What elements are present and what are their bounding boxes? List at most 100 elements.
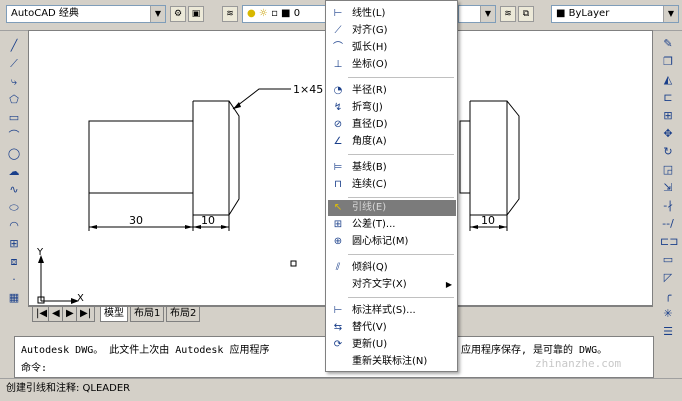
layer-value: 0 — [293, 8, 301, 19]
menu-separator — [348, 154, 454, 155]
menu-separator — [348, 297, 454, 298]
dim-text-30: 30 — [129, 214, 143, 227]
move-icon[interactable]: ✥ — [660, 126, 676, 142]
menu-item-ordinate[interactable]: ⊥ 坐标(O) — [328, 57, 456, 73]
array-icon[interactable]: ⊞ — [660, 108, 676, 124]
tab-model[interactable]: 模型 — [100, 307, 128, 322]
menu-item-update[interactable]: ⟳ 更新(U) — [328, 337, 456, 353]
override-icon: ⇆ — [333, 322, 343, 333]
command-history-right: 应用程序保存, 是可靠的 DWG。 — [461, 345, 608, 356]
menu-item-diameter[interactable]: ⊘ 直径(D) — [328, 117, 456, 133]
workspace-save-icon[interactable]: ▣ — [188, 6, 204, 22]
ellipse-arc-icon[interactable]: ◠ — [6, 218, 22, 234]
make-block-icon[interactable]: ⧈ — [6, 254, 22, 270]
polyline-icon[interactable]: ⤷ — [6, 74, 22, 90]
point-icon[interactable]: · — [6, 272, 22, 288]
menu-item-linear[interactable]: ⊢ 线性(L) — [328, 6, 456, 22]
make-current-icon[interactable]: ⧉ — [518, 6, 534, 22]
workspace-settings-icon[interactable]: ⚙ — [170, 6, 186, 22]
center-mark-icon: ⊕ — [333, 236, 343, 247]
draw-toolbar: ╱ ⟋ ⤷ ⬠ ▭ ⌒ ◯ ☁ ∿ ⬭ ◠ ⊞ ⧈ · ▦ — [4, 30, 26, 330]
properties-icon[interactable]: ☰ — [660, 324, 676, 340]
explode-icon[interactable]: ✳ — [660, 306, 676, 322]
tolerance-icon: ⊞ — [333, 219, 343, 230]
construction-line-icon[interactable]: ⟋ — [6, 56, 22, 72]
watermark-text: zhinanzhe.com — [535, 357, 622, 370]
workspace-combo[interactable]: AutoCAD 经典 ▼ — [6, 5, 166, 23]
layer-color-icon: ■ — [281, 8, 291, 19]
radius-icon: ◔ — [333, 85, 343, 96]
menu-item-align-text[interactable]: 对齐文字(X) ▶ — [328, 277, 456, 293]
line-icon[interactable]: ╱ — [6, 38, 22, 54]
polygon-icon[interactable]: ⬠ — [6, 92, 22, 108]
shaft-body — [88, 120, 194, 194]
linetype-combo[interactable]: ■ ByLayer ▼ — [551, 5, 679, 23]
arrowhead — [233, 102, 241, 109]
submenu-arrow-icon: ▶ — [445, 280, 452, 289]
menu-separator — [348, 254, 454, 255]
right-body — [459, 120, 471, 194]
menu-item-override[interactable]: ⇆ 替代(V) — [328, 320, 456, 336]
command-history-left: Autodesk DWG。 此文件上次由 Autodesk 应用程序 — [21, 345, 270, 356]
leader-icon: ↖ — [333, 202, 343, 213]
leader-line — [232, 88, 291, 110]
extend-icon[interactable]: --/ — [660, 216, 676, 232]
menu-item-dim-style[interactable]: ⊢ 标注样式(S)... — [328, 303, 456, 319]
menu-item-arc-length[interactable]: ⌒ 弧长(H) — [328, 40, 456, 56]
mirror-icon[interactable]: ◭ — [660, 72, 676, 88]
spline-icon[interactable]: ∿ — [6, 182, 22, 198]
oblique-icon: ⫽ — [335, 262, 341, 273]
arc-icon[interactable]: ⌒ — [6, 128, 22, 144]
menu-item-reassociate[interactable]: 重新关联标注(N) — [328, 354, 456, 370]
arrowhead — [89, 225, 97, 229]
copy-icon[interactable]: ❐ — [660, 54, 676, 70]
menu-item-oblique[interactable]: ⫽ 倾斜(Q) — [328, 260, 456, 276]
arrowhead — [470, 225, 478, 229]
layer-combo[interactable]: ● ☼ ▫ ■ 0 — [242, 5, 326, 23]
layer-manager-icon[interactable]: ≋ — [222, 6, 238, 22]
chamfer-icon[interactable]: ◸ — [660, 270, 676, 286]
chevron-down-icon[interactable]: ▼ — [663, 6, 678, 22]
dim-text-10-right: 10 — [481, 214, 495, 227]
trim-icon[interactable]: -∤ — [660, 198, 676, 214]
linetype-swatch-icon: ■ — [556, 8, 566, 19]
chevron-down-icon[interactable]: ▼ — [480, 6, 495, 22]
menu-item-aligned[interactable]: ⟋ 对齐(G) — [328, 23, 456, 39]
hatch-icon[interactable]: ▦ — [6, 290, 22, 306]
ellipse-icon[interactable]: ⬭ — [6, 200, 22, 216]
scale-icon[interactable]: ◲ — [660, 162, 676, 178]
menu-item-center-mark[interactable]: ⊕ 圆心标记(M) — [328, 234, 456, 250]
revision-cloud-icon[interactable]: ☁ — [6, 164, 22, 180]
layer-previous-icon[interactable]: ≋ — [500, 6, 516, 22]
linetype-value: ByLayer — [568, 8, 610, 19]
pickbox — [290, 260, 297, 267]
menu-item-baseline[interactable]: ⊨ 基线(B) — [328, 160, 456, 176]
layer-lock-icon: ▫ — [271, 8, 278, 19]
break-icon[interactable]: ⊏⊐ — [660, 234, 678, 250]
command-prompt[interactable]: 命令: — [21, 359, 47, 374]
chevron-down-icon[interactable]: ▼ — [150, 6, 165, 22]
fillet-icon[interactable]: ╭ — [660, 288, 676, 304]
tab-layout1[interactable]: 布局1 — [130, 307, 165, 322]
rotate-icon[interactable]: ↻ — [660, 144, 676, 160]
menu-item-angular[interactable]: ∠ 角度(A) — [328, 134, 456, 150]
erase-icon[interactable]: ✎ — [660, 36, 676, 52]
tab-layout2[interactable]: 布局2 — [166, 307, 201, 322]
nav-last-icon[interactable]: ▶| — [76, 307, 96, 322]
insert-block-icon[interactable]: ⊞ — [6, 236, 22, 252]
jogged-icon: ↯ — [333, 102, 343, 113]
join-icon[interactable]: ▭ — [660, 252, 676, 268]
ucs-y-label: Y — [36, 247, 44, 258]
menu-item-continue[interactable]: ⊓ 连续(C) — [328, 177, 456, 193]
layer-dropdown-tail[interactable]: ▼ — [458, 5, 496, 23]
menu-item-leader[interactable]: ↖ 引线(E) — [328, 200, 456, 216]
menu-item-radius[interactable]: ◔ 半径(R) — [328, 83, 456, 99]
offset-icon[interactable]: ⊏ — [660, 90, 676, 106]
ucs-x-label: X — [77, 293, 84, 304]
stretch-icon[interactable]: ⇲ — [660, 180, 676, 196]
menu-item-tolerance[interactable]: ⊞ 公差(T)... — [328, 217, 456, 233]
menu-item-jogged[interactable]: ↯ 折弯(J) — [328, 100, 456, 116]
circle-icon[interactable]: ◯ — [6, 146, 22, 162]
rectangle-icon[interactable]: ▭ — [6, 110, 22, 126]
arrowhead — [193, 225, 201, 229]
